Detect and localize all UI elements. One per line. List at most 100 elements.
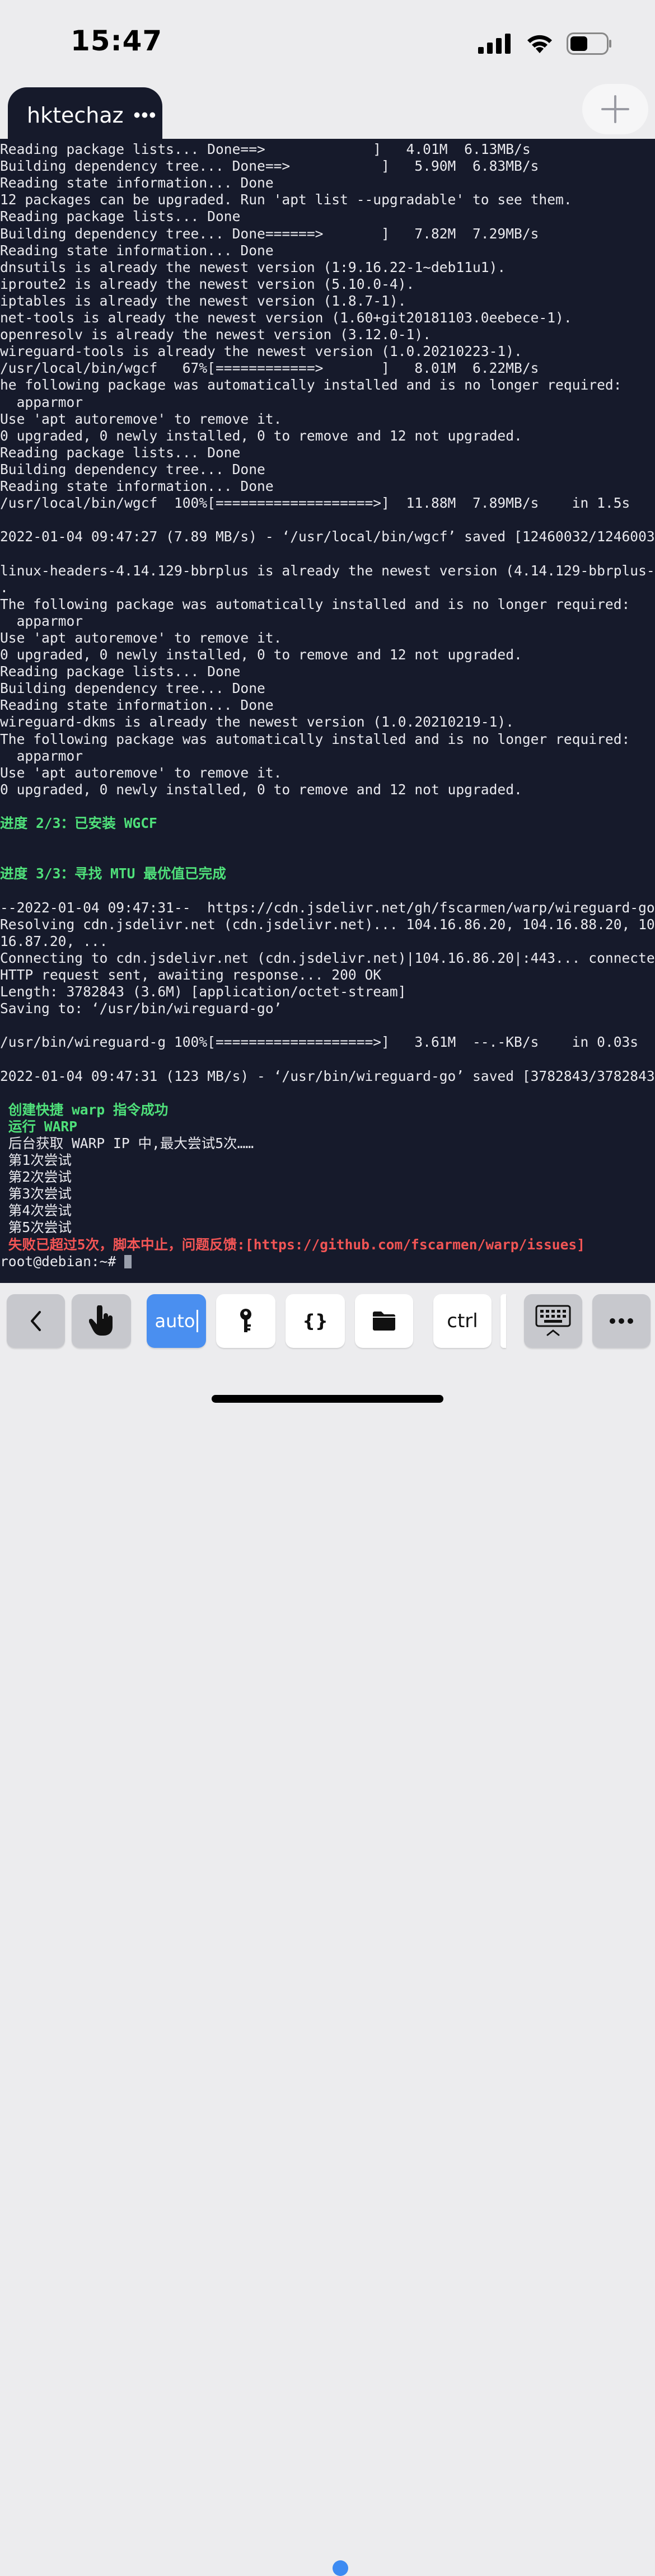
back-button[interactable] bbox=[7, 1294, 65, 1348]
terminal-line: 创建快捷 warp 指令成功 bbox=[0, 1101, 169, 1118]
terminal-line: /usr/bin/wireguard-g 100%[==============… bbox=[0, 1034, 639, 1051]
touch-mode-button[interactable] bbox=[72, 1294, 131, 1348]
tab-more-icon[interactable]: ••• bbox=[134, 105, 157, 127]
terminal-line: 0 upgraded, 0 newly installed, 0 to remo… bbox=[0, 781, 522, 798]
terminal-line: root@debian:~# bbox=[0, 1253, 655, 1270]
terminal-line: iptables is already the newest version (… bbox=[0, 292, 406, 309]
terminal-line: 16.87.20, ... bbox=[0, 933, 108, 949]
terminal-line: 第4次尝试 bbox=[0, 1202, 72, 1219]
tab-title: hktechaz bbox=[27, 103, 124, 128]
terminal-line: apparmor bbox=[0, 747, 83, 764]
terminal-line: 2022-01-04 09:47:31 (123 MB/s) - ‘/usr/b… bbox=[0, 1067, 655, 1084]
terminal-line: Resolving cdn.jsdelivr.net (cdn.jsdelivr… bbox=[0, 916, 655, 933]
terminal-line: iproute2 is already the newest version (… bbox=[0, 275, 415, 292]
terminal-line: net-tools is already the newest version … bbox=[0, 310, 572, 326]
braces-icon: {} bbox=[302, 1310, 328, 1332]
terminal-line: Reading package lists... Done==> ] 4.01M… bbox=[0, 141, 531, 157]
terminal-line: Use 'apt autoremove' to remove it. bbox=[0, 764, 282, 781]
terminal-line: 进度 2/3：已安装 WGCF bbox=[0, 815, 157, 831]
terminal-cursor bbox=[124, 1254, 132, 1268]
terminal-line: 第3次尝试 bbox=[0, 1186, 72, 1202]
terminal-line: Reading state information... Done bbox=[0, 697, 274, 714]
terminal-line: 运行 WARP bbox=[0, 1118, 78, 1135]
terminal-line: wireguard-tools is already the newest ve… bbox=[0, 343, 522, 360]
terminal-line: Building dependency tree... Done======> … bbox=[0, 225, 539, 242]
terminal-output[interactable]: Reading package lists... Done==> ] 4.01M… bbox=[0, 139, 655, 1283]
chevron-left-icon bbox=[31, 1311, 41, 1331]
terminal-line: apparmor bbox=[0, 394, 83, 410]
terminal-line: Use 'apt autoremove' to remove it. bbox=[0, 410, 282, 427]
terminal-line: 第5次尝试 bbox=[0, 1219, 72, 1236]
battery-icon bbox=[567, 32, 611, 55]
terminal-line: 失败已超过5次，脚本中止，问题反馈:[https://github.com/fs… bbox=[0, 1236, 585, 1253]
ctrl-button[interactable]: ctrl bbox=[433, 1294, 492, 1348]
terminal-line: Length: 3782843 (3.6M) [application/octe… bbox=[0, 983, 406, 1000]
new-tab-button[interactable] bbox=[582, 84, 648, 134]
terminal-line: /usr/local/bin/wgcf 67%[============> ] … bbox=[0, 360, 655, 377]
session-tab[interactable]: hktechaz ••• bbox=[8, 87, 162, 143]
terminal-line: Building dependency tree... Done==> ] 5.… bbox=[0, 158, 539, 175]
auto-button[interactable]: auto bbox=[147, 1294, 206, 1348]
tab-bar: hktechaz ••• bbox=[0, 84, 655, 143]
status-time: 15:47 bbox=[71, 25, 163, 57]
terminal-line: Building dependency tree... Done bbox=[0, 461, 265, 477]
ctrl-label: ctrl bbox=[447, 1310, 478, 1332]
hidden-key-edge[interactable] bbox=[500, 1294, 506, 1348]
terminal-line: Connecting to cdn.jsdelivr.net (cdn.jsde… bbox=[0, 949, 655, 966]
terminal-line: Reading state information... Done bbox=[0, 175, 274, 191]
terminal-line: 后台获取 WARP IP 中,最大尝试5次…… bbox=[0, 1135, 254, 1151]
keyboard-hide-icon bbox=[535, 1305, 571, 1336]
terminal-line: he following package was automatically i… bbox=[0, 377, 622, 394]
terminal-line: 0 upgraded, 0 newly installed, 0 to remo… bbox=[0, 427, 522, 444]
notification-badge bbox=[333, 2560, 348, 2576]
terminal-line: 进度 3/3：寻找 MTU 最优值已完成 bbox=[0, 865, 226, 882]
terminal-line: wireguard-dkms is already the newest ver… bbox=[0, 714, 514, 730]
terminal-line: 第2次尝试 bbox=[0, 1169, 72, 1186]
ellipsis-icon bbox=[610, 1318, 633, 1324]
keyboard-button[interactable] bbox=[524, 1294, 582, 1348]
terminal-line: The following package was automatically … bbox=[0, 730, 630, 747]
terminal-line: /usr/local/bin/wgcf 100%[===============… bbox=[0, 495, 630, 512]
hand-pointer-icon bbox=[89, 1305, 113, 1336]
terminal-line: HTTP request sent, awaiting response... … bbox=[0, 966, 382, 983]
files-button[interactable] bbox=[355, 1294, 413, 1348]
key-button[interactable] bbox=[216, 1294, 275, 1348]
terminal-line: The following package was automatically … bbox=[0, 596, 630, 612]
status-bar: 15:47 bbox=[0, 0, 655, 84]
terminal-line: Reading package lists... Done bbox=[0, 208, 241, 225]
key-icon bbox=[240, 1309, 251, 1332]
terminal-line: 0 upgraded, 0 newly installed, 0 to remo… bbox=[0, 647, 522, 663]
auto-label: auto bbox=[155, 1310, 195, 1332]
system-icons bbox=[478, 32, 612, 55]
home-indicator bbox=[212, 1395, 443, 1403]
terminal-line: 2022-01-04 09:47:27 (7.89 MB/s) - ‘/usr/… bbox=[0, 528, 655, 545]
terminal-line: . bbox=[0, 579, 8, 596]
terminal-line: Use 'apt autoremove' to remove it. bbox=[0, 629, 282, 646]
plus-icon bbox=[601, 95, 629, 123]
wifi-icon bbox=[527, 35, 552, 53]
terminal-line: linux-headers-4.14.129-bbrplus is alread… bbox=[0, 562, 655, 579]
terminal-line: Reading package lists... Done bbox=[0, 444, 241, 461]
folder-icon bbox=[373, 1312, 395, 1331]
terminal-line: Reading package lists... Done bbox=[0, 663, 241, 680]
terminal-line: Reading state information... Done bbox=[0, 242, 274, 259]
text-cursor-icon bbox=[196, 1310, 198, 1332]
terminal-line: Reading state information... Done bbox=[0, 478, 274, 494]
terminal-line: --2022-01-04 09:47:31-- https://cdn.jsde… bbox=[0, 899, 655, 916]
terminal-line: Saving to: ‘/usr/bin/wireguard-go’ bbox=[0, 1000, 282, 1017]
snippets-button[interactable]: {} bbox=[286, 1294, 345, 1348]
more-button[interactable] bbox=[592, 1294, 651, 1348]
terminal-line: Building dependency tree... Done bbox=[0, 680, 265, 697]
signal-icon bbox=[478, 34, 511, 54]
terminal-line: dnsutils is already the newest version (… bbox=[0, 259, 506, 275]
terminal-line: 第1次尝试 bbox=[0, 1152, 72, 1168]
